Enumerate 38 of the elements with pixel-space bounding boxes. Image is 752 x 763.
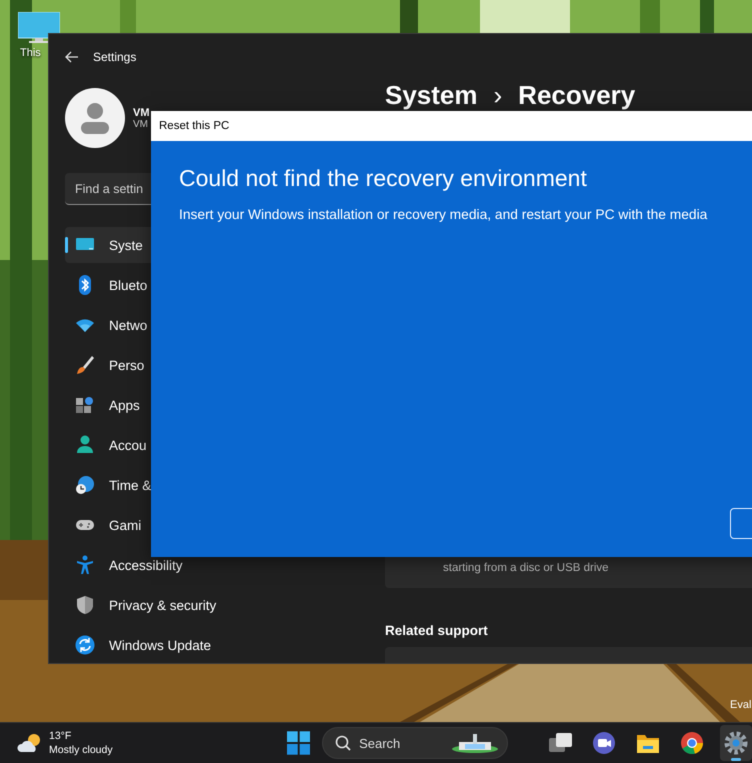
brush-icon: [75, 355, 95, 375]
nav-item[interactable]: Apps: [65, 387, 355, 423]
nav-item[interactable]: Perso: [65, 347, 355, 383]
dialog-message: Insert your Windows installation or recovery media, and restart your PC with the media: [179, 207, 708, 222]
globe-clock-icon: [75, 475, 95, 495]
gear-icon: [723, 730, 749, 756]
browser-icon: [679, 730, 705, 756]
landmark-icon[interactable]: [451, 733, 499, 753]
account-name: VM: [133, 106, 150, 118]
weather-icon[interactable]: [17, 733, 43, 753]
start-icon[interactable]: [286, 731, 310, 755]
window-title: Settings: [93, 50, 136, 64]
video-call-icon: [591, 730, 617, 756]
page-title: System: [385, 81, 478, 109]
shield-icon: [75, 595, 95, 615]
card-description: starting from a disc or USB drive: [443, 562, 609, 574]
weather-condition[interactable]: Mostly cloudy: [49, 743, 113, 757]
back-arrow-icon[interactable]: [65, 50, 79, 62]
nav-item[interactable]: Accessibility: [65, 547, 355, 583]
person-icon: [80, 102, 110, 134]
nav-item[interactable]: Privacy & security: [65, 587, 355, 623]
apps-icon: [75, 395, 95, 415]
dialog-title: Reset this PC: [159, 120, 230, 132]
search-box[interactable]: Search: [322, 727, 508, 759]
nav-item[interactable]: Accou: [65, 427, 355, 463]
nav-item[interactable]: Windows Update: [65, 627, 355, 663]
temperature[interactable]: 13°F: [49, 729, 113, 743]
evaluation-notice: Eval: [730, 699, 752, 711]
taskbar-app[interactable]: [720, 725, 752, 761]
section-heading: Related support: [385, 623, 489, 638]
sync-icon: [75, 635, 95, 655]
person-icon: [75, 435, 95, 455]
page-title: Recovery: [518, 81, 636, 109]
account-subtitle: VM: [133, 118, 149, 130]
accessibility-icon: [75, 555, 95, 575]
breadcrumb-separator: ›: [494, 81, 502, 109]
search-icon: [335, 735, 352, 751]
dialog-heading: Could not find the recovery environment: [179, 165, 588, 192]
